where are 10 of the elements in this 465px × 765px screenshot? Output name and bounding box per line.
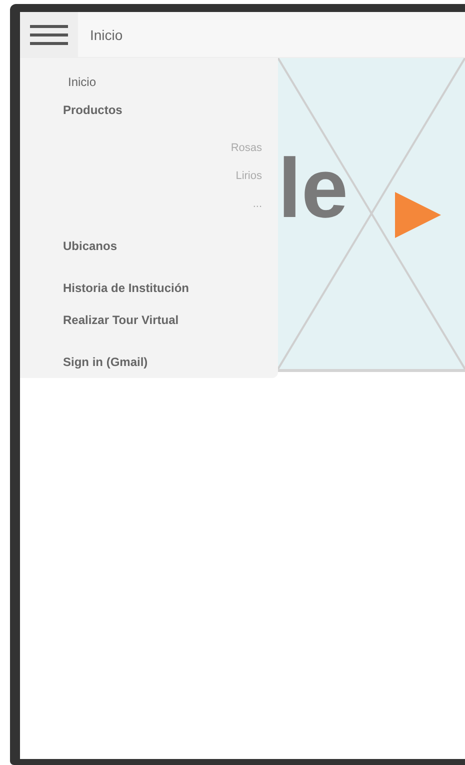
menu-icon (30, 24, 68, 46)
page-title: Inicio (90, 26, 123, 42)
menu-item[interactable]: Inicio (20, 68, 96, 96)
menu-item[interactable]: Ubicanos (20, 232, 118, 260)
menu-item[interactable]: Realizar Tour Virtual (20, 306, 179, 334)
menu-item[interactable]: Historia de Institución (20, 274, 190, 302)
menu-item[interactable]: Productos (20, 96, 122, 124)
video-caption: le (278, 146, 348, 230)
menu-item[interactable]: Sign in (Gmail) (20, 348, 148, 376)
menu-button[interactable] (20, 12, 78, 58)
